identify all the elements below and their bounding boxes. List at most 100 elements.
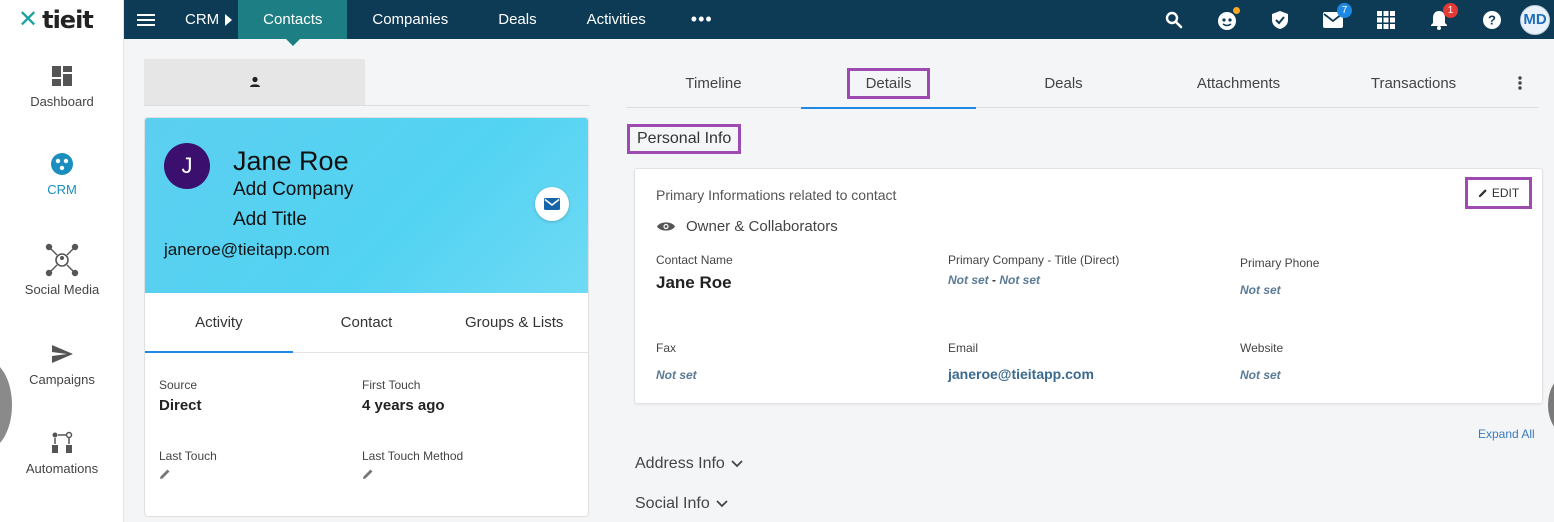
more-tabs-button[interactable] (1501, 59, 1538, 107)
edit-button[interactable]: EDIT (1465, 177, 1532, 209)
primary-company-value-title[interactable]: Not set (999, 273, 1040, 287)
chevron-down-icon (731, 460, 743, 468)
notifications-button[interactable]: 1 (1412, 0, 1465, 39)
email-value[interactable]: janeroe@tieitapp.com (948, 366, 1094, 382)
search-button[interactable] (1147, 0, 1200, 39)
floating-bubble[interactable] (1548, 375, 1554, 435)
apps-grid-button[interactable] (1359, 0, 1412, 39)
search-icon (1165, 11, 1182, 28)
send-icon (52, 345, 73, 363)
pencil-icon[interactable] (362, 468, 374, 480)
contact-card: J Jane Roe Add Company Add Title janeroe… (144, 117, 589, 517)
first-touch-label: First Touch (362, 378, 421, 392)
more-nav-button[interactable]: ••• (671, 9, 733, 30)
rail-item-label: CRM (47, 182, 77, 197)
tab-activities[interactable]: Activities (562, 0, 671, 39)
tab-details-label: Details (846, 68, 931, 99)
breadcrumb[interactable]: CRM (168, 0, 238, 39)
last-touch-label: Last Touch (159, 449, 217, 463)
field-label: Contact Name (656, 253, 733, 267)
field-label: Website (1240, 341, 1284, 355)
left-rail: ✕ tieit Dashboard CRM Social Media Campa… (0, 0, 124, 522)
contact-email[interactable]: janeroe@tieitapp.com (164, 240, 330, 260)
user-menu-button[interactable]: MD (1518, 0, 1554, 39)
social-info-toggle[interactable]: Social Info (635, 495, 728, 513)
help-button[interactable]: ? (1465, 0, 1518, 39)
add-title-link[interactable]: Add Title (233, 209, 307, 231)
last-touch-field: Last Touch (159, 449, 217, 483)
rail-item-label: Campaigns (29, 372, 95, 387)
shield-check-icon (1271, 10, 1288, 29)
first-touch-field: First Touch 4 years ago (362, 378, 445, 414)
edit-label: EDIT (1491, 186, 1520, 200)
tab-activity[interactable]: Activity (145, 293, 293, 353)
rail-item-campaigns[interactable]: Campaigns (0, 342, 124, 387)
website-value[interactable]: Not set (1240, 368, 1283, 382)
email-field: Email janeroe@tieitapp.com (948, 341, 1094, 382)
tab-contact-profile[interactable] (144, 59, 365, 105)
tab-attachments[interactable]: Attachments (1151, 59, 1326, 108)
field-label: Email (948, 341, 979, 355)
mail-icon (544, 198, 560, 210)
social-media-icon (45, 243, 79, 277)
personal-info-subtitle: Primary Informations related to contact (656, 187, 897, 203)
tab-companies[interactable]: Companies (347, 0, 473, 39)
menu-icon (137, 18, 155, 21)
pencil-icon[interactable] (159, 468, 171, 480)
primary-company-value-company[interactable]: Not set (948, 273, 989, 287)
contact-card-tabs: Activity Contact Groups & Lists (145, 293, 588, 353)
svg-text:?: ? (1488, 12, 1496, 27)
rail-item-automations[interactable]: Automations (0, 431, 124, 476)
primary-company-separator: - (988, 273, 1000, 287)
security-button[interactable] (1253, 0, 1306, 39)
add-company-link[interactable]: Add Company (233, 179, 353, 201)
help-icon: ? (1482, 10, 1501, 29)
send-email-button[interactable] (535, 187, 569, 221)
fax-field: Fax Not set (656, 341, 697, 382)
tab-contacts[interactable]: Contacts (238, 0, 348, 46)
mail-button[interactable]: 7 (1306, 0, 1359, 39)
tab-deals-detail[interactable]: Deals (976, 59, 1151, 108)
rail-item-dashboard[interactable]: Dashboard (0, 64, 124, 109)
top-bar: CRM Contacts Companies Deals Activities … (124, 0, 1554, 46)
rail-item-crm[interactable]: CRM (0, 152, 124, 197)
tab-details[interactable]: Details (801, 59, 976, 109)
last-touch-method-label: Last Touch Method (362, 449, 464, 463)
top-icons: 7 1 ? MD (1147, 0, 1554, 39)
assistant-bot-button[interactable] (1200, 0, 1253, 39)
apps-grid-icon (1376, 10, 1395, 29)
contact-name-field: Contact Name Jane Roe (656, 253, 733, 293)
logo-text: tieit (42, 5, 94, 34)
first-touch-value: 4 years ago (362, 397, 445, 414)
person-icon (249, 76, 260, 87)
rail-item-social-media[interactable]: Social Media (0, 242, 124, 297)
pencil-icon (1478, 189, 1487, 198)
mail-badge: 7 (1337, 3, 1352, 18)
tab-groups-lists[interactable]: Groups & Lists (440, 293, 588, 352)
kebab-menu-icon (1517, 76, 1522, 90)
caret-right-icon (225, 13, 233, 26)
logo-mark-icon: ✕ (18, 5, 39, 33)
tab-timeline[interactable]: Timeline (626, 59, 801, 108)
tab-deals[interactable]: Deals (473, 0, 561, 39)
hamburger-menu-button[interactable] (124, 0, 168, 39)
tab-transactions[interactable]: Transactions (1326, 59, 1501, 108)
fax-value[interactable]: Not set (656, 368, 697, 382)
last-touch-method-field: Last Touch Method (362, 449, 463, 483)
primary-phone-value[interactable]: Not set (1240, 283, 1319, 297)
rail-item-label: Dashboard (30, 94, 94, 109)
eye-icon (657, 222, 675, 231)
website-field: Website Not set (1240, 341, 1283, 382)
user-avatar: MD (1520, 4, 1550, 35)
status-dot (1233, 7, 1240, 14)
primary-company-value: Not set - Not set (948, 273, 1119, 287)
tab-contact[interactable]: Contact (293, 293, 441, 352)
owner-collaborators-toggle[interactable]: Owner & Collaborators (656, 218, 838, 235)
contact-avatar: J (164, 143, 210, 189)
expand-all-link[interactable]: Expand All (1478, 427, 1535, 441)
divider (144, 105, 589, 106)
brand-logo[interactable]: ✕ tieit (0, 0, 123, 39)
address-info-label: Address Info (635, 455, 725, 472)
source-label: Source (159, 378, 198, 392)
address-info-toggle[interactable]: Address Info (635, 455, 743, 473)
